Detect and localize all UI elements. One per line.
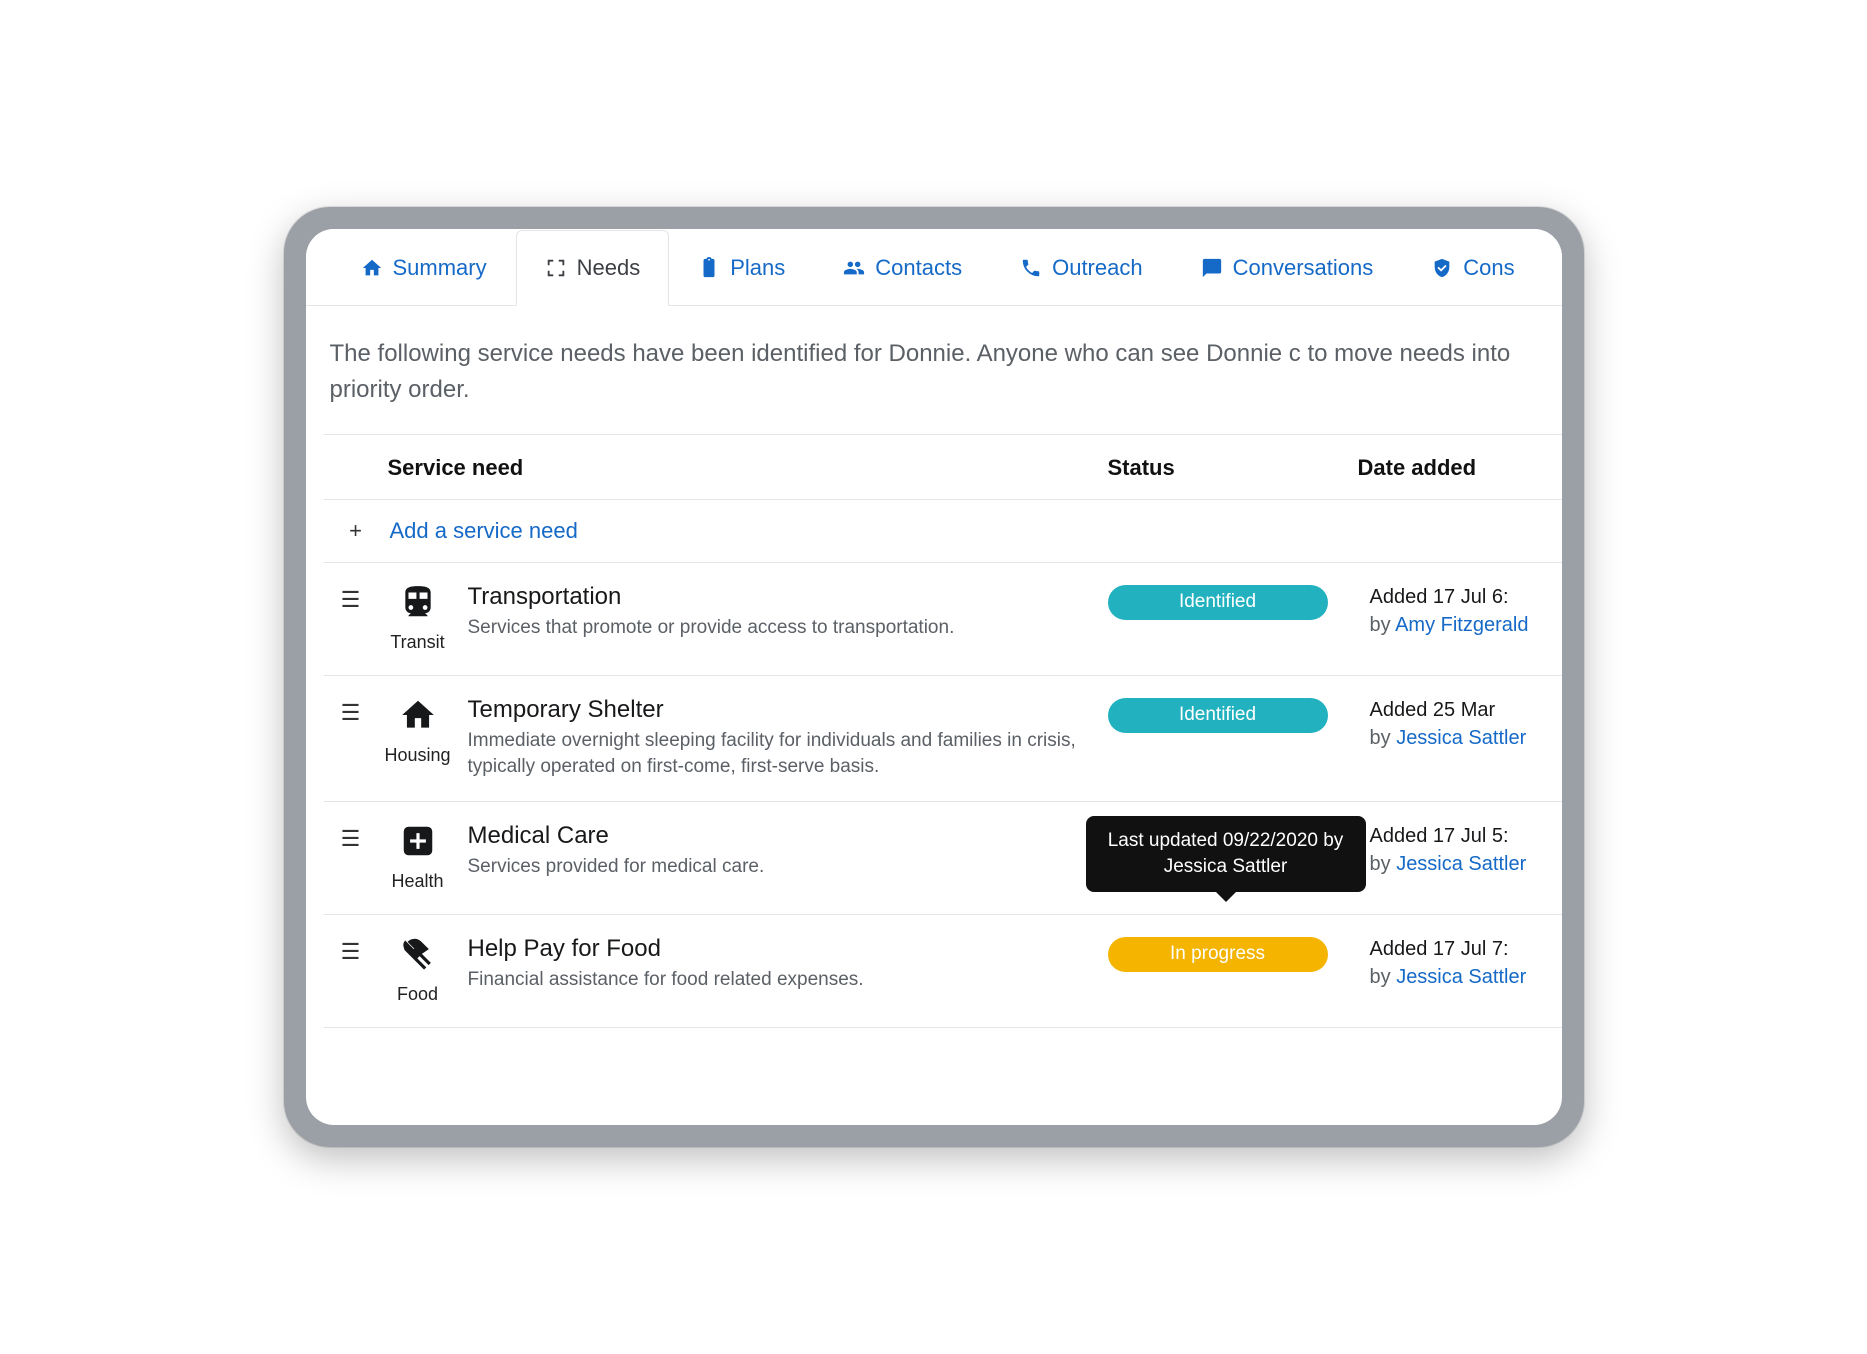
shield-icon <box>1431 257 1453 279</box>
date-cell: Added 25 Marby Jessica Sattler <box>1358 696 1552 779</box>
tab-cons[interactable]: Cons <box>1402 229 1543 305</box>
need-title: Help Pay for Food <box>468 935 1084 963</box>
drag-handle-icon[interactable]: ☰ <box>334 583 368 653</box>
plus-icon: + <box>344 518 368 544</box>
need-cell: Help Pay for Food Financial assistance fo… <box>468 935 1108 1005</box>
service-need-row: ☰ Transit Transportation Services that prom… <box>324 563 1562 676</box>
drag-handle-icon[interactable]: ☰ <box>334 822 368 892</box>
date-cell: Added 17 Jul 7:by Jessica Sattler <box>1358 935 1552 1005</box>
status-badge[interactable]: Identified <box>1108 698 1328 733</box>
category-label: Housing <box>384 745 450 766</box>
added-by: by Amy Fitzgerald <box>1370 611 1552 639</box>
tab-plans[interactable]: Plans <box>669 229 814 305</box>
category-cell: Housing <box>368 696 468 779</box>
tab-label: Cons <box>1463 255 1514 281</box>
tab-contacts[interactable]: Contacts <box>814 229 991 305</box>
service-need-rows: ☰ Transit Transportation Services that prom… <box>324 563 1562 1028</box>
date-cell: Added 17 Jul 6:by Amy Fitzgerald <box>1358 583 1552 653</box>
service-need-row: ☰ Health Medical Care Services provided for… <box>324 802 1562 915</box>
clipboard-icon <box>698 257 720 279</box>
service-need-row: ☰ Food Help Pay for Food Financial assistan… <box>324 915 1562 1028</box>
tab-summary[interactable]: Summary <box>332 229 516 305</box>
drag-handle-icon[interactable]: ☰ <box>334 696 368 779</box>
add-service-need-row[interactable]: + Add a service need <box>324 500 1562 563</box>
status-badge[interactable]: In progress <box>1108 937 1328 972</box>
intro-text: The following service needs have been id… <box>324 336 1562 435</box>
tab-conversations[interactable]: Conversations <box>1172 229 1403 305</box>
people-icon <box>843 257 865 279</box>
status-cell: Identified <box>1108 696 1358 779</box>
date-added: Added 17 Jul 5: <box>1370 822 1552 850</box>
tab-label: Outreach <box>1052 255 1143 281</box>
date-added: Added 25 Mar <box>1370 696 1552 724</box>
date-added: Added 17 Jul 7: <box>1370 935 1552 963</box>
tab-label: Plans <box>730 255 785 281</box>
added-by-link[interactable]: Jessica Sattler <box>1396 966 1526 988</box>
date-added: Added 17 Jul 6: <box>1370 583 1552 611</box>
category-cell: Health <box>368 822 468 892</box>
need-description: Services provided for medical care. <box>468 854 1084 880</box>
screen: Summary Needs Plans Contacts Outreach Convers… <box>306 229 1562 1125</box>
need-description: Immediate overnight sleeping facility fo… <box>468 728 1084 779</box>
status-badge[interactable]: Identified <box>1108 585 1328 620</box>
tab-label: Needs <box>577 255 641 281</box>
need-cell: Transportation Services that promote or p… <box>468 583 1108 653</box>
status-cell: In progress <box>1108 935 1358 1005</box>
column-header-status: Status <box>1108 455 1358 481</box>
category-label: Food <box>397 984 438 1005</box>
medical-icon <box>399 822 437 865</box>
status-cell: Last updated 09/22/2020 by Jessica Sattl… <box>1108 822 1358 892</box>
device-frame: Summary Needs Plans Contacts Outreach Convers… <box>284 207 1584 1147</box>
need-description: Financial assistance for food related ex… <box>468 967 1084 993</box>
food-icon <box>399 935 437 978</box>
category-cell: Food <box>368 935 468 1005</box>
added-by: by Jessica Sattler <box>1370 963 1552 991</box>
need-title: Medical Care <box>468 822 1084 850</box>
tab-outreach[interactable]: Outreach <box>991 229 1172 305</box>
added-by: by Jessica Sattler <box>1370 724 1552 752</box>
added-by: by Jessica Sattler <box>1370 850 1552 878</box>
category-label: Transit <box>390 632 444 653</box>
need-title: Temporary Shelter <box>468 696 1084 724</box>
tabs-bar: Summary Needs Plans Contacts Outreach Convers… <box>306 229 1562 306</box>
chat-icon <box>1201 257 1223 279</box>
column-header-service: Service need <box>388 455 1108 481</box>
need-description: Services that promote or provide access … <box>468 615 1084 641</box>
house-icon <box>399 696 437 739</box>
category-cell: Transit <box>368 583 468 653</box>
need-cell: Temporary Shelter Immediate overnight sle… <box>468 696 1108 779</box>
added-by-link[interactable]: Jessica Sattler <box>1396 853 1526 875</box>
home-icon <box>361 257 383 279</box>
add-service-need-label: Add a service need <box>390 518 578 544</box>
added-by-link[interactable]: Jessica Sattler <box>1396 727 1526 749</box>
tab-label: Summary <box>393 255 487 281</box>
content-area: The following service needs have been id… <box>306 306 1562 1028</box>
need-cell: Medical Care Services provided for medica… <box>468 822 1108 892</box>
category-label: Health <box>391 871 443 892</box>
train-icon <box>399 583 437 626</box>
need-title: Transportation <box>468 583 1084 611</box>
date-cell: Added 17 Jul 5:by Jessica Sattler <box>1358 822 1552 892</box>
tab-label: Conversations <box>1233 255 1374 281</box>
table-header: Service need Status Date added <box>324 435 1562 500</box>
tab-label: Contacts <box>875 255 962 281</box>
tab-needs[interactable]: Needs <box>516 230 670 306</box>
phone-icon <box>1020 257 1042 279</box>
focus-icon <box>545 257 567 279</box>
drag-handle-icon[interactable]: ☰ <box>334 935 368 1005</box>
column-header-date: Date added <box>1358 455 1552 481</box>
status-cell: Identified <box>1108 583 1358 653</box>
added-by-link[interactable]: Amy Fitzgerald <box>1395 614 1528 636</box>
status-tooltip: Last updated 09/22/2020 by Jessica Sattl… <box>1086 816 1366 891</box>
service-need-row: ☰ Housing Temporary Shelter Immediate overn… <box>324 676 1562 802</box>
